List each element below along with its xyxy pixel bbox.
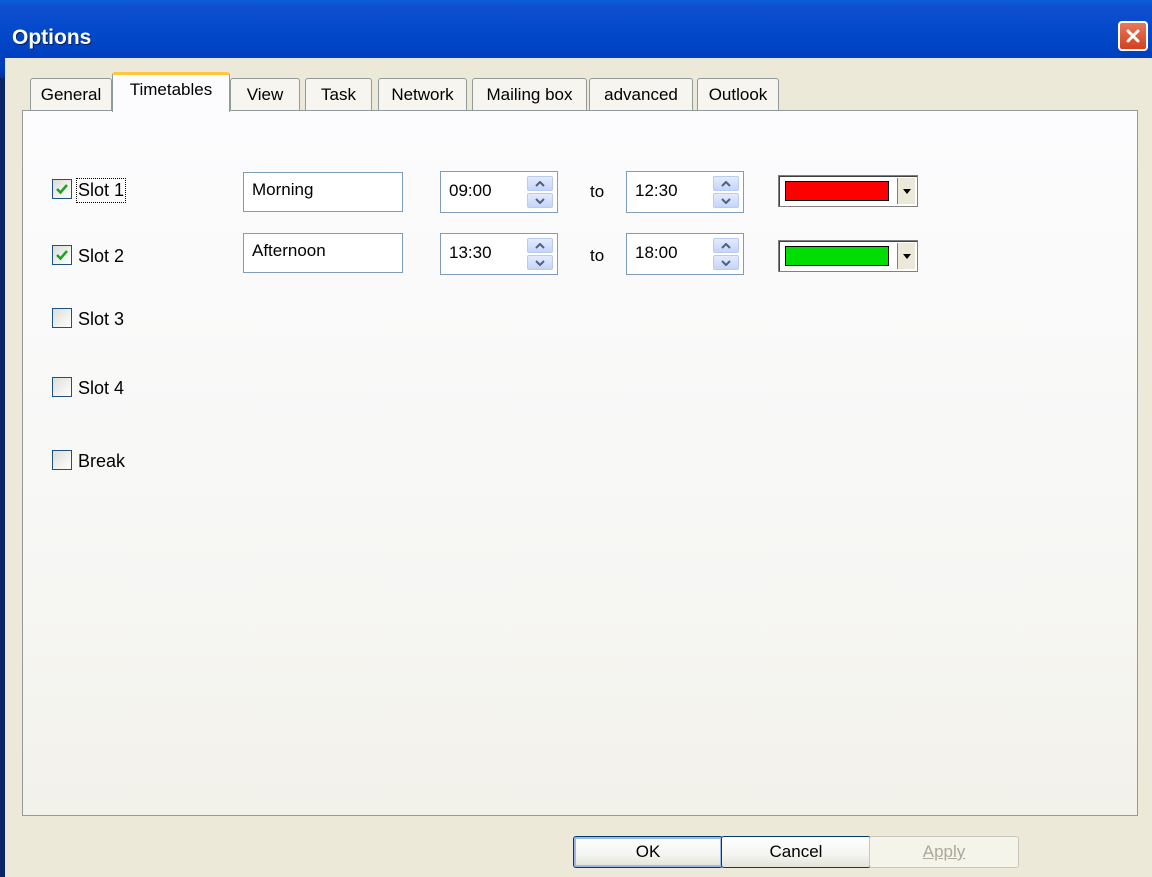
- window-title: Options: [12, 26, 92, 49]
- slot-1-color-swatch: [785, 181, 889, 201]
- slot-2-label[interactable]: Slot 2: [78, 246, 124, 267]
- tab-label: Task: [321, 84, 356, 104]
- slot-1-checkbox[interactable]: [52, 179, 72, 199]
- slot-1-label[interactable]: Slot 1: [75, 178, 127, 203]
- tab-label: Timetables: [129, 80, 213, 99]
- close-icon: [1126, 29, 1140, 43]
- tab-label: Outlook: [708, 84, 768, 104]
- cancel-button-label: Cancel: [769, 842, 823, 861]
- slot-1-name-field[interactable]: Morning: [243, 172, 403, 212]
- slot-2-end-spinner[interactable]: [713, 237, 739, 271]
- tab-view[interactable]: View: [230, 78, 300, 110]
- chevron-up-icon: [721, 242, 731, 249]
- slot-1-start-time[interactable]: 09:00: [440, 171, 558, 213]
- tab-network[interactable]: Network: [378, 78, 467, 110]
- apply-button[interactable]: Apply: [869, 836, 1019, 868]
- slot-4-label[interactable]: Slot 4: [78, 378, 124, 399]
- slot-1-color-picker[interactable]: [778, 175, 918, 207]
- break-checkbox[interactable]: [52, 450, 72, 470]
- apply-button-label: Apply: [922, 842, 966, 861]
- spin-down-button[interactable]: [527, 255, 553, 270]
- slot-2-start-spinner[interactable]: [527, 237, 553, 271]
- break-label[interactable]: Break: [78, 451, 125, 472]
- slot-2-color-picker[interactable]: [778, 240, 918, 272]
- slot-1-end-value: 12:30: [635, 181, 678, 200]
- spin-up-button[interactable]: [527, 176, 553, 191]
- cancel-button[interactable]: Cancel: [721, 836, 871, 868]
- chevron-up-icon: [721, 180, 731, 187]
- tab-outlook[interactable]: Outlook: [697, 78, 779, 110]
- slot-3-label[interactable]: Slot 3: [78, 309, 124, 330]
- spin-down-button[interactable]: [713, 193, 739, 208]
- tab-label: View: [246, 84, 284, 104]
- slot-2-to-label: to: [590, 246, 605, 265]
- checkmark-icon: [56, 250, 68, 261]
- slot-2-start-value: 13:30: [449, 243, 492, 262]
- spin-down-button[interactable]: [527, 193, 553, 208]
- dropdown-arrow-icon: [902, 253, 911, 259]
- spin-up-button[interactable]: [713, 238, 739, 253]
- chevron-down-icon: [721, 197, 731, 204]
- tab-label: advanced: [604, 84, 678, 104]
- slot-1-to-label: to: [590, 182, 605, 201]
- slot-1-start-value: 09:00: [449, 181, 492, 200]
- checkmark-icon: [56, 184, 68, 195]
- chevron-down-icon: [535, 197, 545, 204]
- chevron-up-icon: [535, 242, 545, 249]
- tab-task[interactable]: Task: [305, 78, 372, 110]
- tab-timetables[interactable]: Timetables: [112, 72, 230, 112]
- dropdown-arrow-icon: [902, 188, 911, 194]
- ok-button[interactable]: OK: [573, 836, 723, 868]
- spin-up-button[interactable]: [527, 238, 553, 253]
- slot-2-color-swatch: [785, 246, 889, 266]
- spin-down-button[interactable]: [713, 255, 739, 270]
- options-window: Options General Timetables View Task Net…: [0, 0, 1152, 877]
- chevron-down-icon: [535, 259, 545, 266]
- slot-1-end-spinner[interactable]: [713, 175, 739, 209]
- tab-mailing-box[interactable]: Mailing box: [472, 78, 587, 110]
- tab-advanced[interactable]: advanced: [589, 78, 693, 110]
- tab-label: Mailing box: [486, 84, 573, 104]
- color-dropdown-button[interactable]: [897, 243, 915, 269]
- slot-1-end-time[interactable]: 12:30: [626, 171, 744, 213]
- color-dropdown-button[interactable]: [897, 178, 915, 204]
- slot-4-checkbox[interactable]: [52, 377, 72, 397]
- close-button[interactable]: [1118, 21, 1148, 51]
- tab-label: General: [40, 84, 102, 104]
- spin-up-button[interactable]: [713, 176, 739, 191]
- slot-2-end-time[interactable]: 18:00: [626, 233, 744, 275]
- chevron-up-icon: [535, 180, 545, 187]
- tab-general[interactable]: General: [30, 78, 112, 110]
- tab-label: Network: [391, 84, 454, 104]
- timetables-panel: [22, 110, 1138, 816]
- slot-2-start-time[interactable]: 13:30: [440, 233, 558, 275]
- slot-2-checkbox[interactable]: [52, 245, 72, 265]
- slot-1-start-spinner[interactable]: [527, 175, 553, 209]
- chevron-down-icon: [721, 259, 731, 266]
- slot-2-name-field[interactable]: Afternoon: [243, 233, 403, 273]
- slot-3-checkbox[interactable]: [52, 308, 72, 328]
- ok-button-label: OK: [635, 842, 661, 861]
- slot-2-end-value: 18:00: [635, 243, 678, 262]
